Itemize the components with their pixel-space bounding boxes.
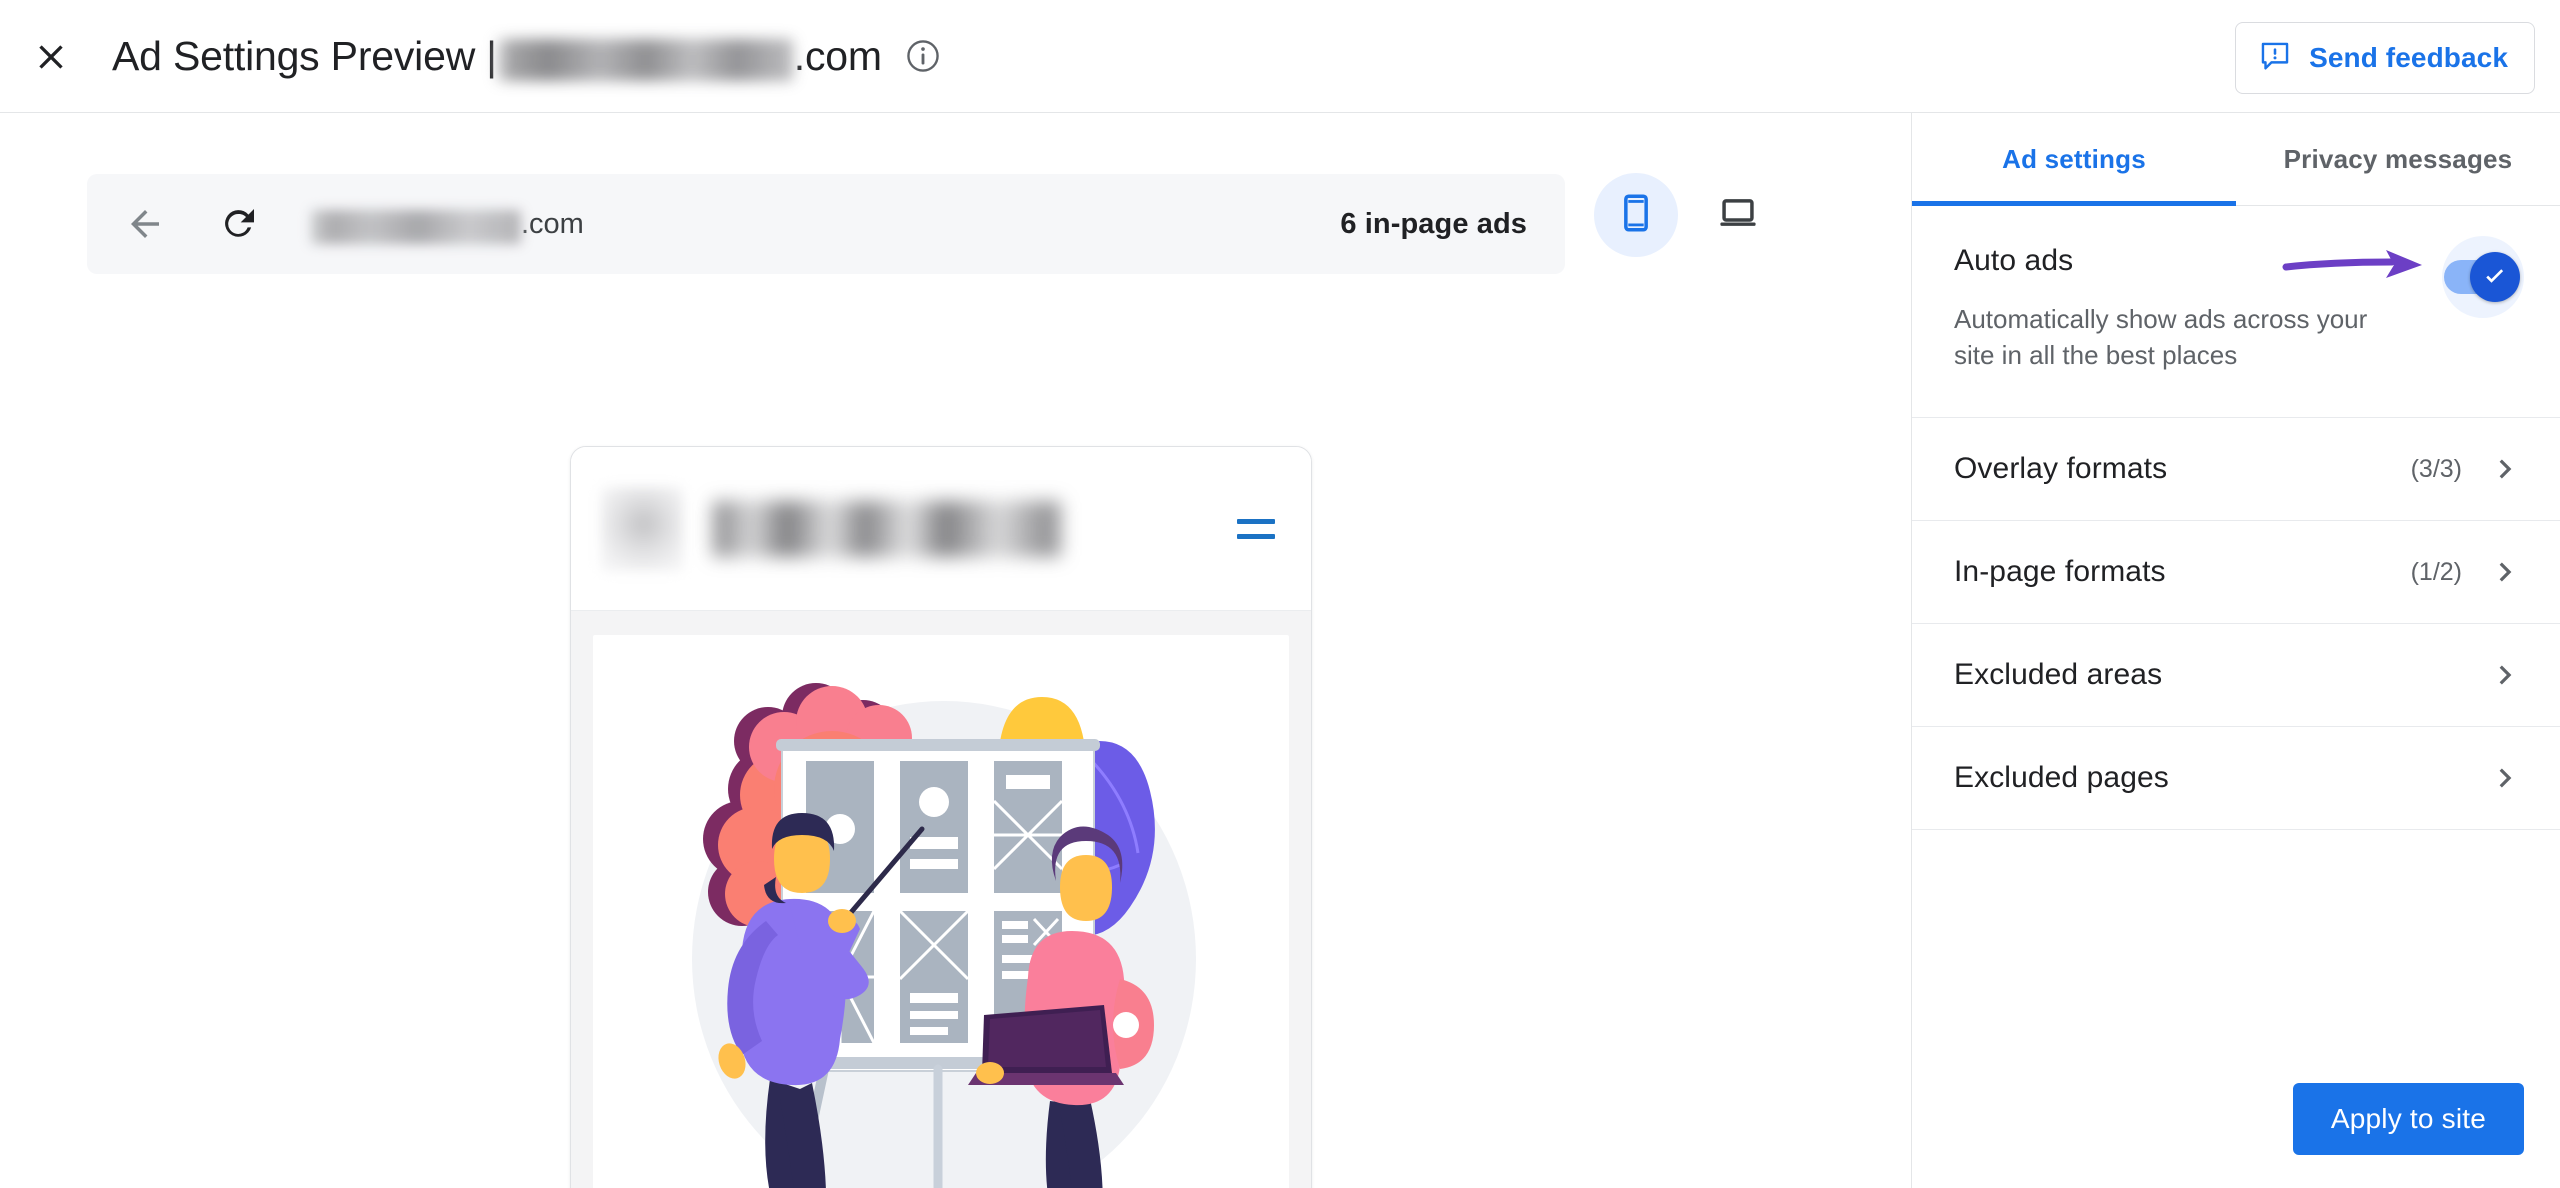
- chevron-right-icon: [2488, 760, 2524, 796]
- previewed-site-content: [593, 635, 1289, 1188]
- device-button-mobile[interactable]: [1594, 173, 1678, 257]
- setting-row-overlay-formats[interactable]: Overlay formats (3/3): [1912, 418, 2560, 522]
- apply-to-site-button[interactable]: Apply to site: [2292, 1083, 2524, 1155]
- setting-row-excluded-areas[interactable]: Excluded areas: [1912, 624, 2560, 728]
- setting-row-label: In-page formats: [1954, 555, 2166, 589]
- setting-row-excluded-pages[interactable]: Excluded pages: [1912, 727, 2560, 831]
- redacted-url-domain: [311, 210, 521, 244]
- page-title-prefix: Ad Settings Preview |: [112, 32, 497, 79]
- chevron-right-icon: [2488, 657, 2524, 693]
- setting-row-label: Excluded areas: [1954, 658, 2163, 692]
- hamburger-menu-icon[interactable]: [1237, 518, 1275, 539]
- preview-pane: .com 6 in-page ads: [0, 113, 1911, 1188]
- setting-row-in-page-formats[interactable]: In-page formats (1/2): [1912, 521, 2560, 625]
- send-feedback-label: Send feedback: [2309, 42, 2508, 73]
- tab-ad-settings[interactable]: Ad settings: [1912, 113, 2236, 206]
- tab-privacy-messages-label: Privacy messages: [2283, 143, 2513, 174]
- setting-row-label: Overlay formats: [1954, 452, 2168, 486]
- reload-icon[interactable]: [211, 196, 267, 252]
- close-button[interactable]: [20, 26, 82, 88]
- auto-ads-toggle[interactable]: [2442, 236, 2524, 318]
- close-icon: [31, 37, 71, 77]
- setting-row-count: (1/2): [2410, 557, 2462, 586]
- send-feedback-button[interactable]: Send feedback: [2235, 22, 2535, 94]
- in-page-ads-count: 6 in-page ads: [1340, 207, 1527, 240]
- back-arrow-icon[interactable]: [117, 196, 173, 252]
- preview-url-bar: .com 6 in-page ads: [87, 174, 1565, 274]
- info-icon[interactable]: [904, 37, 942, 75]
- previewed-site-header: [571, 447, 1311, 611]
- app-bar: Ad Settings Preview | .com Send feedback: [0, 0, 2560, 113]
- page-title: Ad Settings Preview | .com: [112, 24, 942, 88]
- page-title-domain-suffix: .com: [793, 32, 882, 79]
- toggle-knob: [2470, 252, 2520, 302]
- check-icon: [2486, 269, 2504, 283]
- settings-panel: Ad settings Privacy messages Auto ads Au…: [1911, 113, 2560, 1188]
- auto-ads-section: Auto ads Automatically show ads across y…: [1912, 206, 2560, 419]
- setting-row-count: (3/3): [2410, 454, 2462, 483]
- previewed-site-body: [571, 611, 1311, 1188]
- device-toggle-group: [1594, 173, 1780, 257]
- tab-privacy-messages[interactable]: Privacy messages: [2236, 113, 2560, 205]
- mobile-preview-frame: [570, 446, 1312, 1188]
- feedback-icon: [2258, 39, 2292, 78]
- setting-row-label: Excluded pages: [1954, 761, 2169, 795]
- chevron-right-icon: [2488, 554, 2524, 590]
- tab-ad-settings-label: Ad settings: [2002, 143, 2146, 174]
- device-button-desktop[interactable]: [1696, 173, 1780, 257]
- mobile-icon: [1615, 192, 1657, 239]
- preview-url[interactable]: .com: [311, 207, 584, 244]
- settings-tabs: Ad settings Privacy messages: [1912, 113, 2560, 206]
- redacted-domain: [496, 39, 793, 81]
- redacted-site-name: [713, 500, 1061, 557]
- redacted-site-logo: [601, 486, 683, 571]
- chevron-right-icon: [2488, 451, 2524, 487]
- auto-ads-title: Auto ads: [1954, 244, 2074, 277]
- auto-ads-description: Automatically show ads across your site …: [1954, 304, 2368, 370]
- laptop-icon: [1716, 191, 1760, 240]
- preview-url-suffix: .com: [521, 207, 584, 240]
- people-presenting-wireframes-illustration: [692, 683, 1196, 1188]
